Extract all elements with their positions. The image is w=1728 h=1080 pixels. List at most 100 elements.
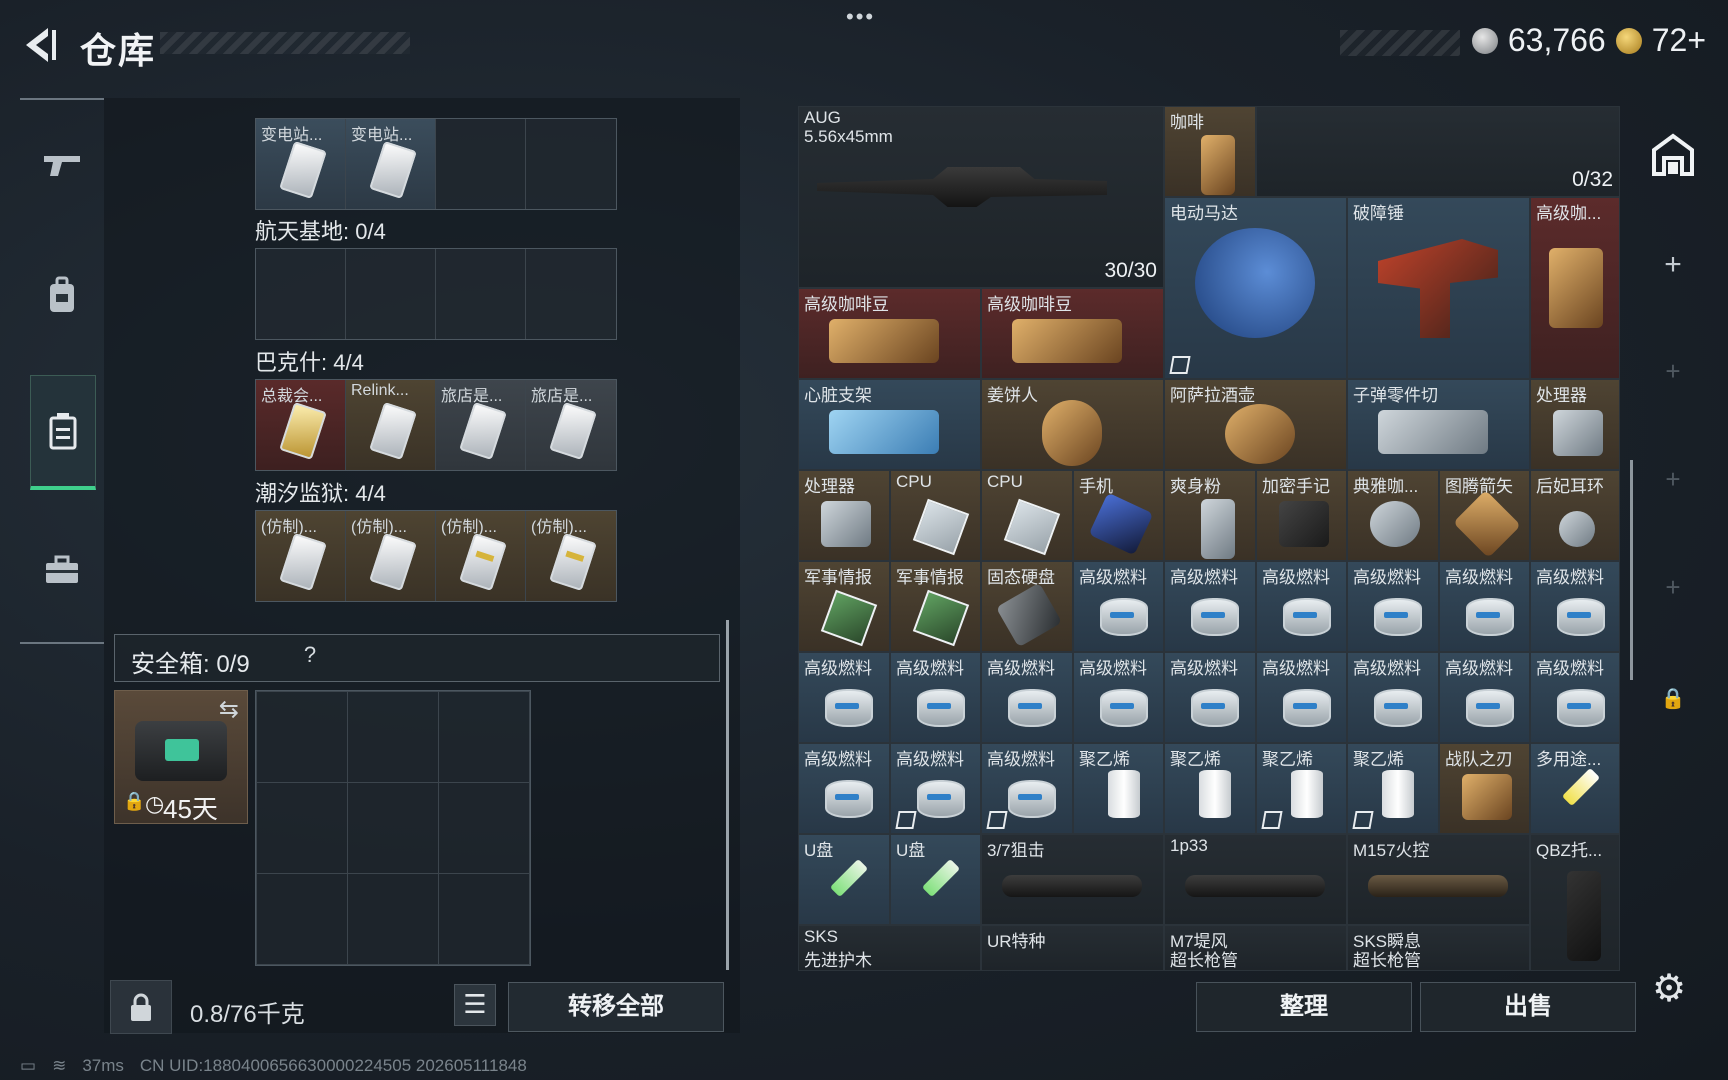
item-consort-earring[interactable]: 后妃耳环 <box>1530 470 1620 561</box>
item-cpu[interactable]: CPU <box>890 470 981 561</box>
item-heart-stent[interactable]: 心脏支架 <box>798 379 981 470</box>
item-totem-arrow[interactable]: 图腾箭矢 <box>1439 470 1530 561</box>
item-gingerbread-man[interactable]: 姜饼人 <box>981 379 1164 470</box>
item-ssd[interactable]: 固态硬盘 <box>981 561 1073 652</box>
item-ur-special[interactable]: UR特种 <box>981 925 1164 971</box>
item-polyethylene[interactable]: 聚乙烯 <box>1347 743 1439 834</box>
item-military-intel[interactable]: 军事情报 <box>798 561 890 652</box>
item-breaching-hammer[interactable]: 破障锤 <box>1347 197 1530 379</box>
add-tab-icon[interactable]: + <box>1640 356 1706 387</box>
item-premium-fuel[interactable]: 高级燃料 <box>1347 561 1439 652</box>
item-polyethylene[interactable]: 聚乙烯 <box>1256 743 1347 834</box>
item-polyethylene[interactable]: 聚乙烯 <box>1164 743 1256 834</box>
safebox-grid[interactable] <box>255 690 531 966</box>
item-premium-coffee-beans[interactable]: 高级咖啡豆 <box>981 288 1164 379</box>
item-m157-fire-control[interactable]: M157火控 <box>1347 834 1530 925</box>
sell-button[interactable]: 出售 <box>1420 982 1636 1032</box>
item-premium-fuel[interactable]: 高级燃料 <box>1439 561 1530 652</box>
item-premium-fuel[interactable]: 高级燃料 <box>798 743 890 834</box>
item-aug[interactable]: AUG 5.56x45mm 30/30 <box>798 106 1164 288</box>
item-multipurpose[interactable]: 多用途... <box>1530 743 1620 834</box>
item-phone[interactable]: 手机 <box>1073 470 1164 561</box>
list-view-button[interactable]: ☰ <box>454 984 496 1026</box>
item-premium-fuel[interactable]: 高级燃料 <box>1347 652 1439 743</box>
item-premium-fuel[interactable]: 高级燃料 <box>981 652 1073 743</box>
collection-slot[interactable]: Relink... <box>346 380 436 470</box>
item-premium-fuel[interactable]: 高级燃料 <box>1073 652 1164 743</box>
item-asara-flask[interactable]: 阿萨拉酒壶 <box>1164 379 1347 470</box>
gold-coin-value[interactable]: 72+ <box>1652 22 1706 59</box>
item-premium-fuel[interactable]: 高级燃料 <box>1530 561 1620 652</box>
collection-slot-empty[interactable] <box>526 119 616 209</box>
collection-slot[interactable]: 变电站... <box>346 119 436 209</box>
warehouse-scrollbar[interactable] <box>1630 460 1633 680</box>
item-premium-fuel[interactable]: 高级燃料 <box>1164 561 1256 652</box>
item-military-intel[interactable]: 军事情报 <box>890 561 981 652</box>
item-premium-fuel[interactable]: 高级燃料 <box>1073 561 1164 652</box>
item-powder[interactable]: 爽身粉 <box>1164 470 1256 561</box>
item-processor[interactable]: 处理器 <box>1530 379 1620 470</box>
add-tab-icon[interactable]: + <box>1640 248 1706 282</box>
warehouse-tab[interactable] <box>1640 132 1706 183</box>
item-squad-blade[interactable]: 战队之刃 <box>1439 743 1530 834</box>
collection-slot[interactable]: 总裁会... <box>256 380 346 470</box>
locked-tab-icon[interactable]: 🔒 <box>1640 686 1706 711</box>
more-menu-icon[interactable]: ••• <box>846 4 875 30</box>
item-premium-coffee-beans[interactable]: 高级咖啡豆 <box>798 288 981 379</box>
item-m7-barrel[interactable]: M7堤风 超长枪管 <box>1164 925 1347 971</box>
collection-slot[interactable]: (仿制)... <box>256 511 346 601</box>
item-processor[interactable]: 处理器 <box>798 470 890 561</box>
lock-button[interactable] <box>110 980 172 1034</box>
collection-slot-empty[interactable] <box>526 249 616 339</box>
nav-container[interactable] <box>30 375 96 490</box>
collection-slot-empty[interactable] <box>256 249 346 339</box>
nav-backpack[interactable] <box>30 240 94 350</box>
item-coffee[interactable]: 咖啡 <box>1164 106 1256 197</box>
item-premium-fuel[interactable]: 高级燃料 <box>890 652 981 743</box>
collection-slot[interactable]: (仿制)... <box>346 511 436 601</box>
swap-icon[interactable]: ⇆ <box>219 695 239 724</box>
collection-slot-empty[interactable] <box>346 249 436 339</box>
item-premium-fuel[interactable]: 高级燃料 <box>890 743 981 834</box>
transfer-all-button[interactable]: 转移全部 <box>508 982 724 1032</box>
container-scrollbar[interactable] <box>726 620 729 970</box>
item-premium-coffee[interactable]: 高级咖... <box>1530 197 1620 379</box>
item-qbz-stock[interactable]: QBZ托... <box>1530 834 1620 971</box>
collection-slot-empty[interactable] <box>436 249 526 339</box>
item-premium-fuel[interactable]: 高级燃料 <box>1256 561 1347 652</box>
item-cpu[interactable]: CPU <box>981 470 1073 561</box>
help-icon[interactable]: ? <box>295 642 325 672</box>
item-sniper-scope[interactable]: 3/7狙击 <box>981 834 1164 925</box>
safebox-item[interactable]: ⇆ 🔒 ◷ 45天 <box>114 690 248 824</box>
nav-weapon[interactable] <box>30 110 94 220</box>
collection-slot[interactable]: 旅店是... <box>526 380 616 470</box>
item-elegant-coffee-cup[interactable]: 典雅咖... <box>1347 470 1439 561</box>
collection-slot[interactable]: (仿制)... <box>436 511 526 601</box>
item-sks-barrel[interactable]: SKS瞬息 超长枪管 <box>1347 925 1530 971</box>
item-premium-fuel[interactable]: 高级燃料 <box>798 652 890 743</box>
item-electric-motor[interactable]: 电动马达 <box>1164 197 1347 379</box>
item-premium-fuel[interactable]: 高级燃料 <box>1164 652 1256 743</box>
collection-slot[interactable]: 旅店是... <box>436 380 526 470</box>
collection-slot[interactable]: (仿制)... <box>526 511 616 601</box>
item-1p33-scope[interactable]: 1p33 <box>1164 834 1347 925</box>
add-tab-icon[interactable]: + <box>1640 572 1706 603</box>
item-usb-drive[interactable]: U盘 <box>890 834 981 925</box>
collection-slot-empty[interactable] <box>436 119 526 209</box>
nav-briefcase[interactable] <box>30 515 94 625</box>
item-large-weapon[interactable]: 0/32 <box>1256 106 1620 197</box>
sort-button[interactable]: 整理 <box>1196 982 1412 1032</box>
item-premium-fuel[interactable]: 高级燃料 <box>1439 652 1530 743</box>
collection-slot[interactable]: 变电站... <box>256 119 346 209</box>
item-sks-handguard[interactable]: SKS 先进护木 <box>798 925 981 971</box>
back-button[interactable] <box>18 24 60 66</box>
item-premium-fuel[interactable]: 高级燃料 <box>1256 652 1347 743</box>
item-polyethylene[interactable]: 聚乙烯 <box>1073 743 1164 834</box>
item-premium-fuel[interactable]: 高级燃料 <box>1530 652 1620 743</box>
settings-gear-icon[interactable]: ⚙ <box>1652 966 1686 1011</box>
item-premium-fuel[interactable]: 高级燃料 <box>981 743 1073 834</box>
item-usb-drive[interactable]: U盘 <box>798 834 890 925</box>
add-tab-icon[interactable]: + <box>1640 464 1706 495</box>
item-encrypted-notebook[interactable]: 加密手记 <box>1256 470 1347 561</box>
item-bullet-parts[interactable]: 子弹零件切 <box>1347 379 1530 470</box>
